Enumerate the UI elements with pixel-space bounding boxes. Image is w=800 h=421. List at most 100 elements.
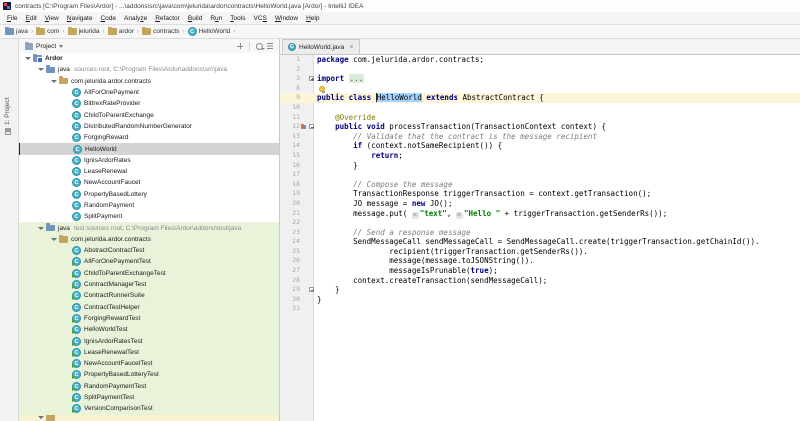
menu-refactor[interactable]: Refactor — [151, 13, 184, 24]
breadcrumb-helloworld[interactable]: CHelloWorld — [188, 27, 231, 36]
tree-item-leaserenewal[interactable]: CLeaseRenewal — [19, 166, 279, 177]
code-line-18[interactable]: 18 // Compose the message — [280, 180, 800, 190]
settings-gear-icon[interactable] — [255, 42, 263, 50]
menu-view[interactable]: View — [41, 13, 63, 24]
menu-run[interactable]: Run — [206, 13, 226, 24]
tree-item-newaccountfaucettest[interactable]: CNewAccountFaucetTest — [19, 358, 279, 369]
code-line-31[interactable]: 31 — [280, 304, 800, 314]
tree-item-ignisardorratestest[interactable]: CIgnisArdorRatesTest — [19, 335, 279, 346]
tree-item-distributedrandomnumbergenerator[interactable]: CDistributedRandomNumberGenerator — [19, 121, 279, 132]
tree-item-forgingrewardtest[interactable]: CForgingRewardTest — [19, 313, 279, 324]
code-line-8[interactable]: 8 — [280, 84, 800, 94]
tree-item-splitpayment[interactable]: CSplitPayment — [19, 211, 279, 222]
code-line-24[interactable]: 24 SendMessageCall sendMessageCall = Sen… — [280, 237, 800, 247]
tree-item-childtoparentexchangetest[interactable]: CChildToParentExchangeTest — [19, 268, 279, 279]
expand-chevron-icon[interactable] — [35, 416, 46, 419]
code-line-16[interactable]: 16 } — [280, 161, 800, 171]
code-line-10[interactable]: 10 — [280, 103, 800, 113]
breadcrumb-ardor[interactable]: ardor — [108, 28, 134, 35]
intention-bulb-icon[interactable] — [319, 86, 325, 92]
expand-chevron-icon[interactable] — [22, 57, 33, 60]
expand-chevron-icon[interactable] — [48, 238, 59, 241]
breadcrumb-contracts[interactable]: contracts — [142, 28, 179, 35]
code-line-29[interactable]: 29 } — [280, 285, 800, 295]
tree-row-partial[interactable] — [19, 415, 279, 421]
fold-toggle-icon[interactable] — [309, 124, 314, 129]
menu-analyze[interactable]: Analyze — [120, 13, 151, 24]
code-line-15[interactable]: 15 return; — [280, 151, 800, 161]
tree-item-leaserenewaltest[interactable]: CLeaseRenewalTest — [19, 347, 279, 358]
code-line-23[interactable]: 23 // Send a response message — [280, 228, 800, 238]
code-line-27[interactable]: 27 messageIsPrunable(true); — [280, 266, 800, 276]
code-line-19[interactable]: 19 TransactionResponse triggerTransactio… — [280, 189, 800, 199]
menu-window[interactable]: Window — [271, 13, 302, 24]
overrides-method-icon[interactable] — [301, 124, 306, 129]
code-line-9[interactable]: 9public class HelloWorld extends Abstrac… — [280, 93, 800, 103]
menu-navigate[interactable]: Navigate — [63, 13, 97, 24]
tab-helloworld-java[interactable]: C HelloWorld.java × — [282, 39, 360, 54]
project-panel-title[interactable]: Project — [36, 43, 56, 50]
code-area[interactable]: 1package com.jelurida.ardor.contracts;23… — [280, 55, 800, 421]
tree-item-java[interactable]: javasources root, C:\Program Files\Ardor… — [19, 64, 279, 75]
tree-item-childtoparentexchange[interactable]: CChildToParentExchange — [19, 109, 279, 120]
collapse-all-icon[interactable] — [266, 42, 274, 50]
tree-item-splitpaymenttest[interactable]: CSplitPaymentTest — [19, 392, 279, 403]
code-line-3[interactable]: 3import ... — [280, 74, 800, 84]
breadcrumb-com[interactable]: com — [36, 28, 59, 35]
code-line-17[interactable]: 17 — [280, 170, 800, 180]
code-line-21[interactable]: 21 message.put( s:"text", o:"Hello " + t… — [280, 209, 800, 219]
tree-item-allforonepaymenttest[interactable]: CAllForOnePaymentTest — [19, 256, 279, 267]
tree-item-randompayment[interactable]: CRandomPayment — [19, 200, 279, 211]
tree-item-propertybasedlottery[interactable]: CPropertyBasedLottery — [19, 189, 279, 200]
tree-item-helloworldtest[interactable]: CHelloWorldTest — [19, 324, 279, 335]
tree-item-ignisardorrates[interactable]: CIgnisArdorRates — [19, 155, 279, 166]
code-line-1[interactable]: 1package com.jelurida.ardor.contracts; — [280, 55, 800, 65]
tab-close-icon[interactable]: × — [349, 44, 353, 51]
tree-item-contractmanagertest[interactable]: CContractManagerTest — [19, 279, 279, 290]
code-line-22[interactable]: 22 — [280, 218, 800, 228]
menu-help[interactable]: Help — [302, 13, 323, 24]
menu-tools[interactable]: Tools — [226, 13, 249, 24]
tree-item-versioncomparisontest[interactable]: CVersionComparisonTest — [19, 403, 279, 414]
tree-item-abstractcontracttest[interactable]: CAbstractContractTest — [19, 245, 279, 256]
expand-chevron-icon[interactable] — [35, 227, 46, 230]
expand-chevron-icon[interactable] — [48, 80, 59, 83]
expand-chevron-icon[interactable] — [35, 68, 46, 71]
tree-item-bittrexrateprovider[interactable]: CBittrexRateProvider — [19, 98, 279, 109]
breadcrumb-jelurida[interactable]: jelurida — [68, 28, 100, 35]
tree-item-contracttesthelper[interactable]: CContractTestHelper — [19, 302, 279, 313]
code-line-2[interactable]: 2 — [280, 65, 800, 75]
code-line-28[interactable]: 28 context.createTransaction(sendMessage… — [280, 276, 800, 286]
tree-item-contractrunnersuite[interactable]: CContractRunnerSuite — [19, 290, 279, 301]
tree-item-com.jelurida.ardor.contracts[interactable]: com.jelurida.ardor.contracts — [19, 234, 279, 245]
tree-item-allforonepayment[interactable]: CAllForOnePayment — [19, 87, 279, 98]
code-line-30[interactable]: 30} — [280, 295, 800, 305]
tree-item-java[interactable]: javatest sources root, C:\Program Files\… — [19, 222, 279, 233]
code-line-14[interactable]: 14 if (context.notSameRecipient()) { — [280, 141, 800, 151]
fold-toggle-icon[interactable] — [309, 287, 314, 292]
tree-item-ardor[interactable]: Ardor — [19, 53, 279, 64]
tree-item-com.jelurida.ardor.contracts[interactable]: com.jelurida.ardor.contracts — [19, 76, 279, 87]
locate-icon[interactable] — [236, 42, 244, 50]
breadcrumb-java[interactable]: java — [5, 28, 28, 35]
tree-item-helloworld[interactable]: CHelloWorld — [19, 143, 279, 154]
menu-vcs[interactable]: VCS — [250, 13, 271, 24]
code-line-25[interactable]: 25 recipient(triggerTransaction.getSende… — [280, 247, 800, 257]
menu-file[interactable]: File — [3, 13, 22, 24]
tool-window-button-project[interactable]: 1: Project — [4, 98, 11, 135]
fold-toggle-icon[interactable] — [309, 76, 314, 81]
code-line-20[interactable]: 20 JO message = new JO(); — [280, 199, 800, 209]
code-line-12[interactable]: 12 public void processTransaction(Transa… — [280, 122, 800, 132]
intellij-logo-icon[interactable] — [3, 2, 11, 10]
menu-build[interactable]: Build — [184, 13, 207, 24]
tree-item-newaccountfaucet[interactable]: CNewAccountFaucet — [19, 177, 279, 188]
menu-edit[interactable]: Edit — [22, 13, 41, 24]
tree-item-forgingreward[interactable]: CForgingReward — [19, 132, 279, 143]
tree-item-randompaymenttest[interactable]: CRandomPaymentTest — [19, 381, 279, 392]
project-view-dropdown-icon[interactable] — [59, 45, 63, 48]
code-line-11[interactable]: 11 @Override — [280, 113, 800, 123]
tree-item-propertybasedlotterytest[interactable]: CPropertyBasedLotteryTest — [19, 369, 279, 380]
code-line-26[interactable]: 26 message(message.toJSONString()). — [280, 256, 800, 266]
code-line-13[interactable]: 13 // Validate that the contract is the … — [280, 132, 800, 142]
menu-code[interactable]: Code — [96, 13, 120, 24]
